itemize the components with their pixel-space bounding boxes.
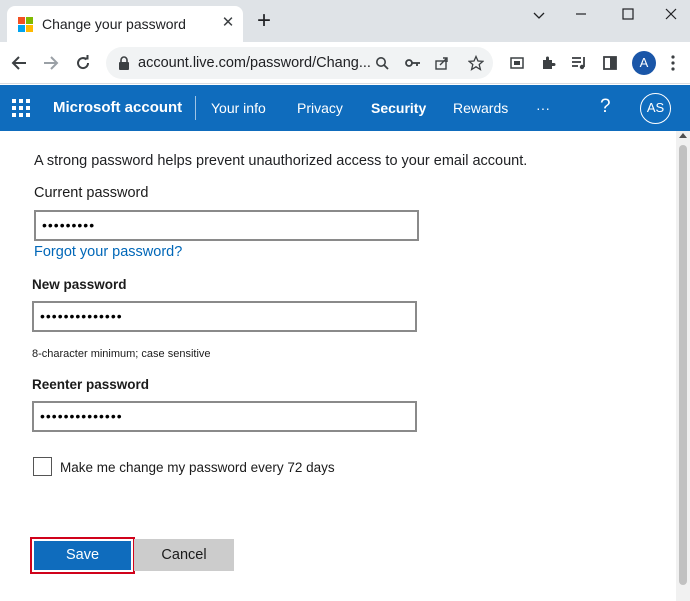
current-password-input[interactable]: •••••••••: [34, 210, 419, 241]
scroll-thumb[interactable]: [679, 145, 687, 585]
profile-avatar[interactable]: A: [632, 51, 656, 75]
side-panel-icon[interactable]: [597, 50, 623, 76]
password-expiry-label[interactable]: Make me change my password every 72 days: [60, 460, 335, 475]
scroll-up-arrow-icon[interactable]: [679, 133, 687, 138]
reenter-password-label: Reenter password: [32, 377, 150, 392]
forward-icon[interactable]: [38, 50, 64, 76]
microsoft-logo-icon: [18, 17, 34, 33]
forgot-password-link[interactable]: Forgot your password?: [34, 244, 182, 260]
help-icon[interactable]: ?: [600, 96, 611, 118]
tab-close-icon[interactable]: ✕: [219, 14, 237, 32]
lock-icon[interactable]: [114, 53, 134, 73]
maximize-icon[interactable]: [613, 4, 643, 26]
bookmark-star-icon[interactable]: [466, 53, 486, 73]
more-menu-icon[interactable]: [660, 50, 686, 76]
intro-text: A strong password helps prevent unauthor…: [34, 153, 528, 169]
close-window-icon[interactable]: [656, 4, 686, 26]
new-tab-button[interactable]: +: [253, 9, 275, 33]
password-expiry-checkbox[interactable]: [33, 457, 52, 476]
browser-tab-strip: Change your password ✕ +: [0, 0, 690, 42]
nav-divider: [195, 96, 196, 120]
cancel-button[interactable]: Cancel: [134, 539, 234, 571]
url-text: account.live.com/password/Chang...: [138, 55, 371, 71]
account-avatar[interactable]: AS: [640, 93, 671, 124]
nav-more[interactable]: ···: [536, 100, 550, 116]
nav-privacy[interactable]: Privacy: [297, 100, 343, 116]
save-button-highlight: Save: [30, 537, 135, 574]
reenter-password-input[interactable]: ••••••••••••••: [32, 401, 417, 432]
back-icon[interactable]: [6, 50, 32, 76]
minimize-icon[interactable]: [566, 4, 596, 26]
key-icon[interactable]: [403, 53, 423, 73]
nav-rewards[interactable]: Rewards: [453, 100, 508, 116]
tab-search-icon[interactable]: [524, 4, 554, 26]
browser-tab[interactable]: Change your password ✕: [7, 6, 243, 42]
password-hint: 8-character minimum; case sensitive: [32, 348, 211, 360]
page-scrollbar[interactable]: [676, 131, 690, 601]
new-password-input[interactable]: ••••••••••••••: [32, 301, 417, 332]
microsoft-account-nav: Microsoft account Your info Privacy Secu…: [0, 85, 690, 131]
tab-title: Change your password: [42, 16, 186, 32]
nav-your-info[interactable]: Your info: [211, 100, 266, 116]
share-icon[interactable]: [432, 53, 452, 73]
search-icon[interactable]: [372, 53, 392, 73]
brand-title[interactable]: Microsoft account: [53, 99, 182, 116]
current-password-label: Current password: [34, 185, 149, 201]
app-launcher-icon[interactable]: [12, 99, 30, 117]
media-queue-icon[interactable]: [566, 50, 592, 76]
extensions-icon[interactable]: [535, 50, 561, 76]
reload-icon[interactable]: [70, 50, 96, 76]
nav-security[interactable]: Security: [371, 100, 426, 116]
save-button[interactable]: Save: [34, 541, 131, 570]
screenshot-icon[interactable]: [504, 50, 530, 76]
new-password-label: New password: [32, 277, 127, 292]
address-bar[interactable]: account.live.com/password/Chang...: [106, 47, 493, 79]
browser-toolbar: account.live.com/password/Chang... A: [0, 42, 690, 84]
